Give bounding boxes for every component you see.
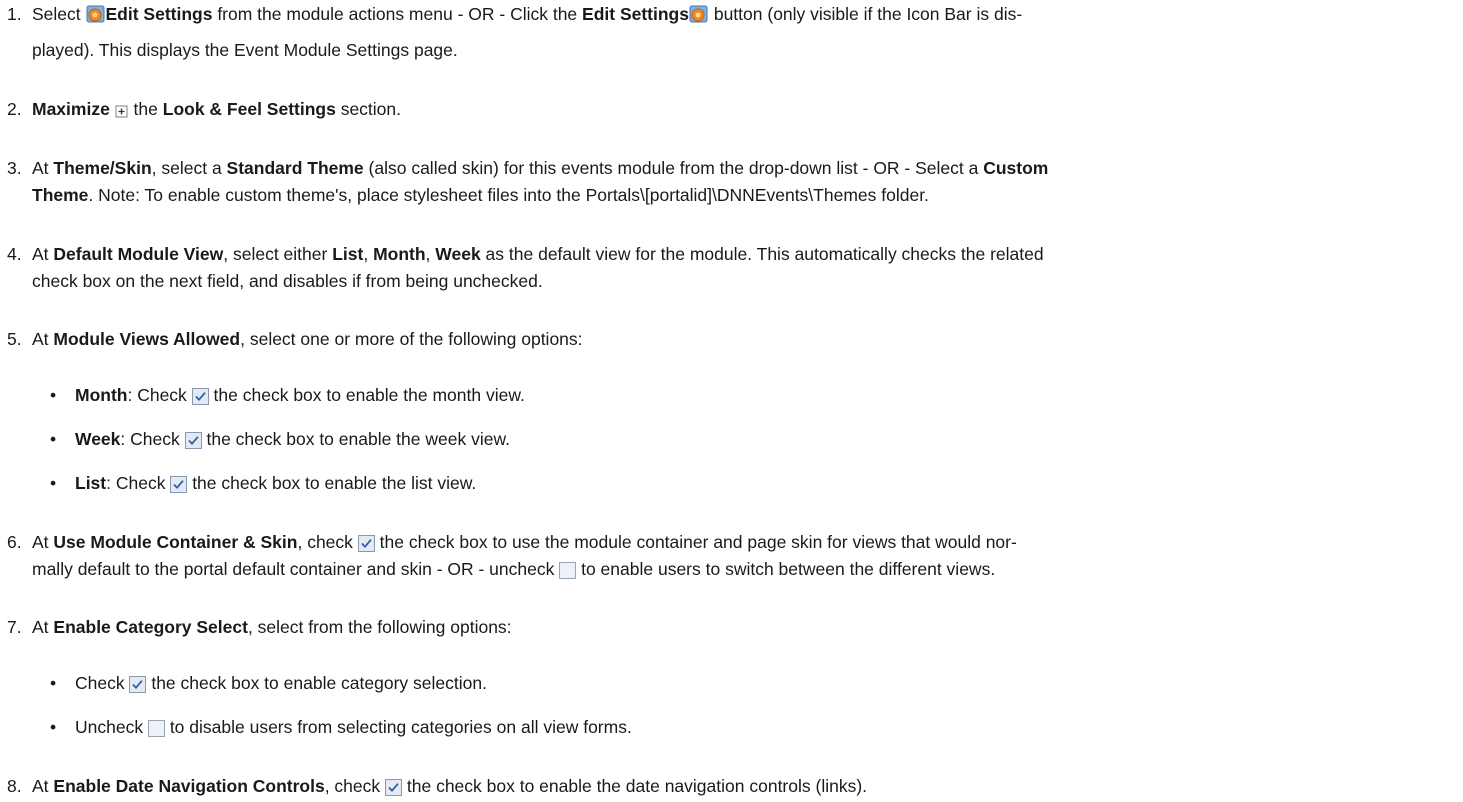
bullet: • <box>50 473 57 493</box>
step-number: 2. <box>7 99 22 119</box>
bullet: • <box>50 385 57 405</box>
checked-checkbox-icon <box>170 476 188 493</box>
maximize-icon <box>115 105 129 119</box>
checked-checkbox-icon <box>357 535 375 552</box>
step-number: 7. <box>7 617 22 637</box>
bullet: • <box>50 429 57 449</box>
edit-settings-icon <box>689 4 709 24</box>
edit-settings-icon <box>86 4 106 24</box>
document-page: 1. Select Edit Settings from the module … <box>7 4 1049 796</box>
step-number: 1. <box>7 4 22 24</box>
checked-checkbox-icon <box>385 779 403 796</box>
step-number: 6. <box>7 532 22 552</box>
step-number: 3. <box>7 158 22 178</box>
step-number: 8. <box>7 776 22 796</box>
unchecked-checkbox-icon <box>559 562 577 579</box>
unchecked-checkbox-icon <box>147 720 165 737</box>
checked-checkbox-icon <box>129 676 147 693</box>
step-number: 4. <box>7 244 22 264</box>
step-number: 5. <box>7 329 22 349</box>
checked-checkbox-icon <box>191 388 209 405</box>
bullet: • <box>50 673 57 693</box>
bullet: • <box>50 717 57 737</box>
checked-checkbox-icon <box>184 432 202 449</box>
